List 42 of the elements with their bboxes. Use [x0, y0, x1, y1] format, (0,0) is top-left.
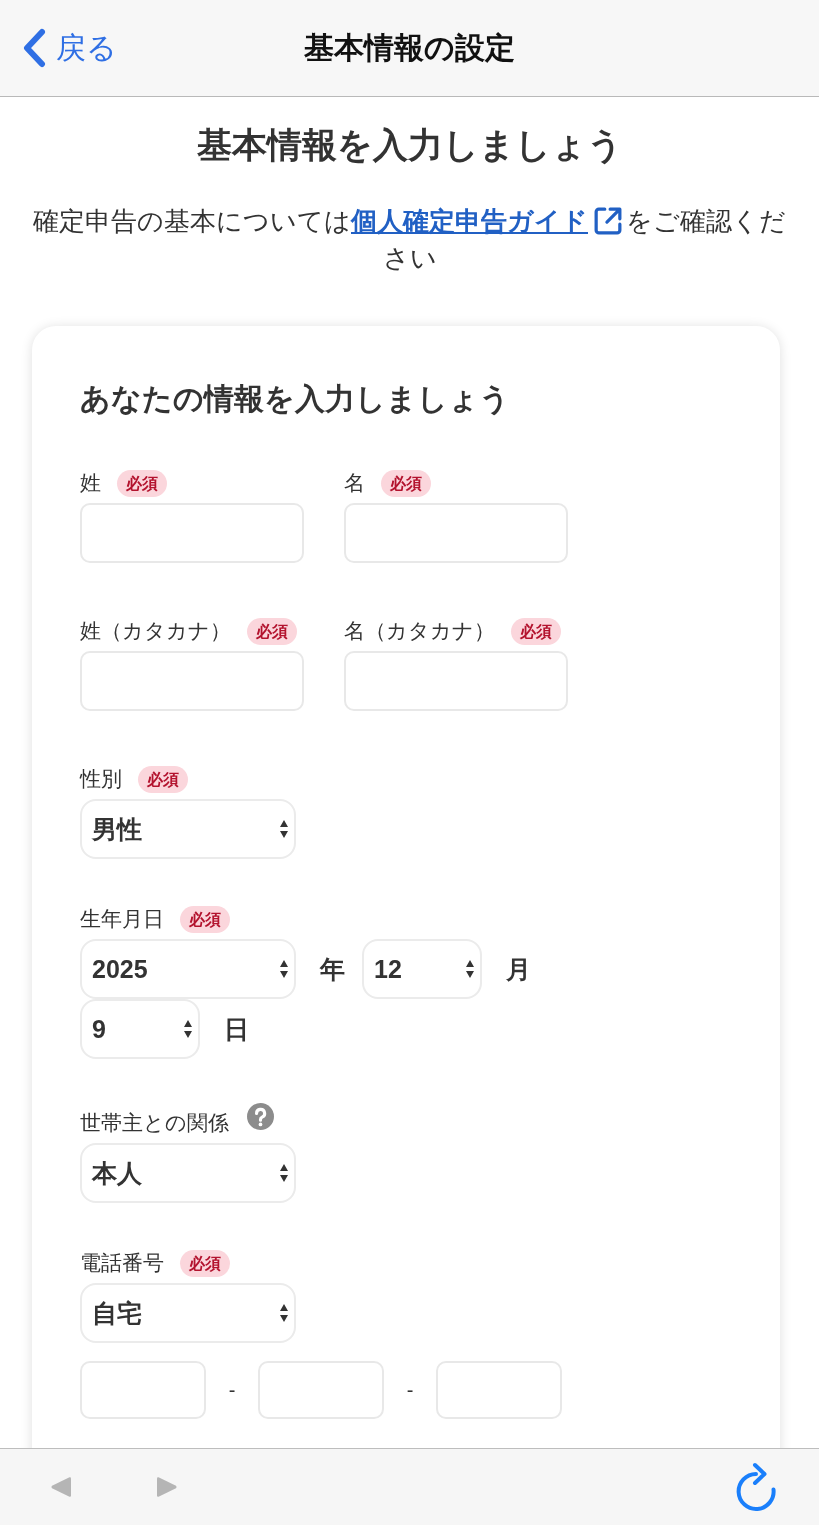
- separator-dash: -: [227, 1378, 237, 1402]
- guide-link[interactable]: 個人確定申告ガイド: [351, 206, 588, 236]
- select-field[interactable]: 自宅: [80, 1283, 296, 1343]
- required-badge: 必須: [247, 617, 297, 645]
- select-field[interactable]: 男性: [80, 799, 296, 859]
- select-field[interactable]: 12: [362, 939, 482, 999]
- field-label: 姓（カタカナ）: [80, 618, 231, 644]
- intro-text: 確定申告の基本については個人確定申告ガイド をご確認ください: [32, 205, 787, 275]
- required-badge: 必須: [381, 469, 431, 497]
- required-badge: 必須: [138, 765, 188, 793]
- required-badge: 必須: [180, 905, 230, 933]
- up-down-arrows-icon: [279, 1163, 289, 1183]
- reload-icon[interactable]: [735, 1462, 777, 1512]
- select-field[interactable]: 本人: [80, 1143, 296, 1203]
- field-label: 世帯主との関係: [80, 1110, 229, 1136]
- unit-label: 日: [224, 1013, 250, 1045]
- up-down-arrows-icon: [279, 819, 289, 839]
- back-button[interactable]: 戻る: [22, 28, 117, 68]
- field-label: 姓: [80, 470, 101, 496]
- select-field[interactable]: 2025: [80, 939, 296, 999]
- separator-dash: -: [405, 1378, 415, 1402]
- up-down-arrows-icon: [183, 1019, 193, 1039]
- unit-label: 年: [320, 953, 346, 985]
- up-down-arrows-icon: [465, 959, 475, 979]
- select-field[interactable]: 9: [80, 999, 200, 1059]
- external-link-icon[interactable]: [594, 207, 622, 235]
- unit-label: 月: [506, 953, 532, 985]
- required-badge: 必須: [511, 617, 561, 645]
- section-title: あなたの情報を入力しましょう: [80, 381, 511, 417]
- up-down-arrows-icon: [279, 1303, 289, 1323]
- field-label: 名（カタカナ）: [344, 618, 495, 644]
- page-heading: 基本情報を入力しましょう: [195, 124, 624, 167]
- help-icon[interactable]: [247, 1102, 274, 1130]
- chevron-left-icon: [22, 28, 46, 68]
- required-badge: 必須: [180, 1249, 230, 1277]
- field-label: 電話番号: [80, 1250, 164, 1276]
- field-label: 性別: [80, 766, 122, 792]
- nav-title: 基本情報の設定: [304, 30, 515, 66]
- required-badge: 必須: [117, 469, 167, 497]
- field-label: 生年月日: [80, 906, 164, 932]
- up-down-arrows-icon: [279, 959, 289, 979]
- field-label: 名: [344, 470, 365, 496]
